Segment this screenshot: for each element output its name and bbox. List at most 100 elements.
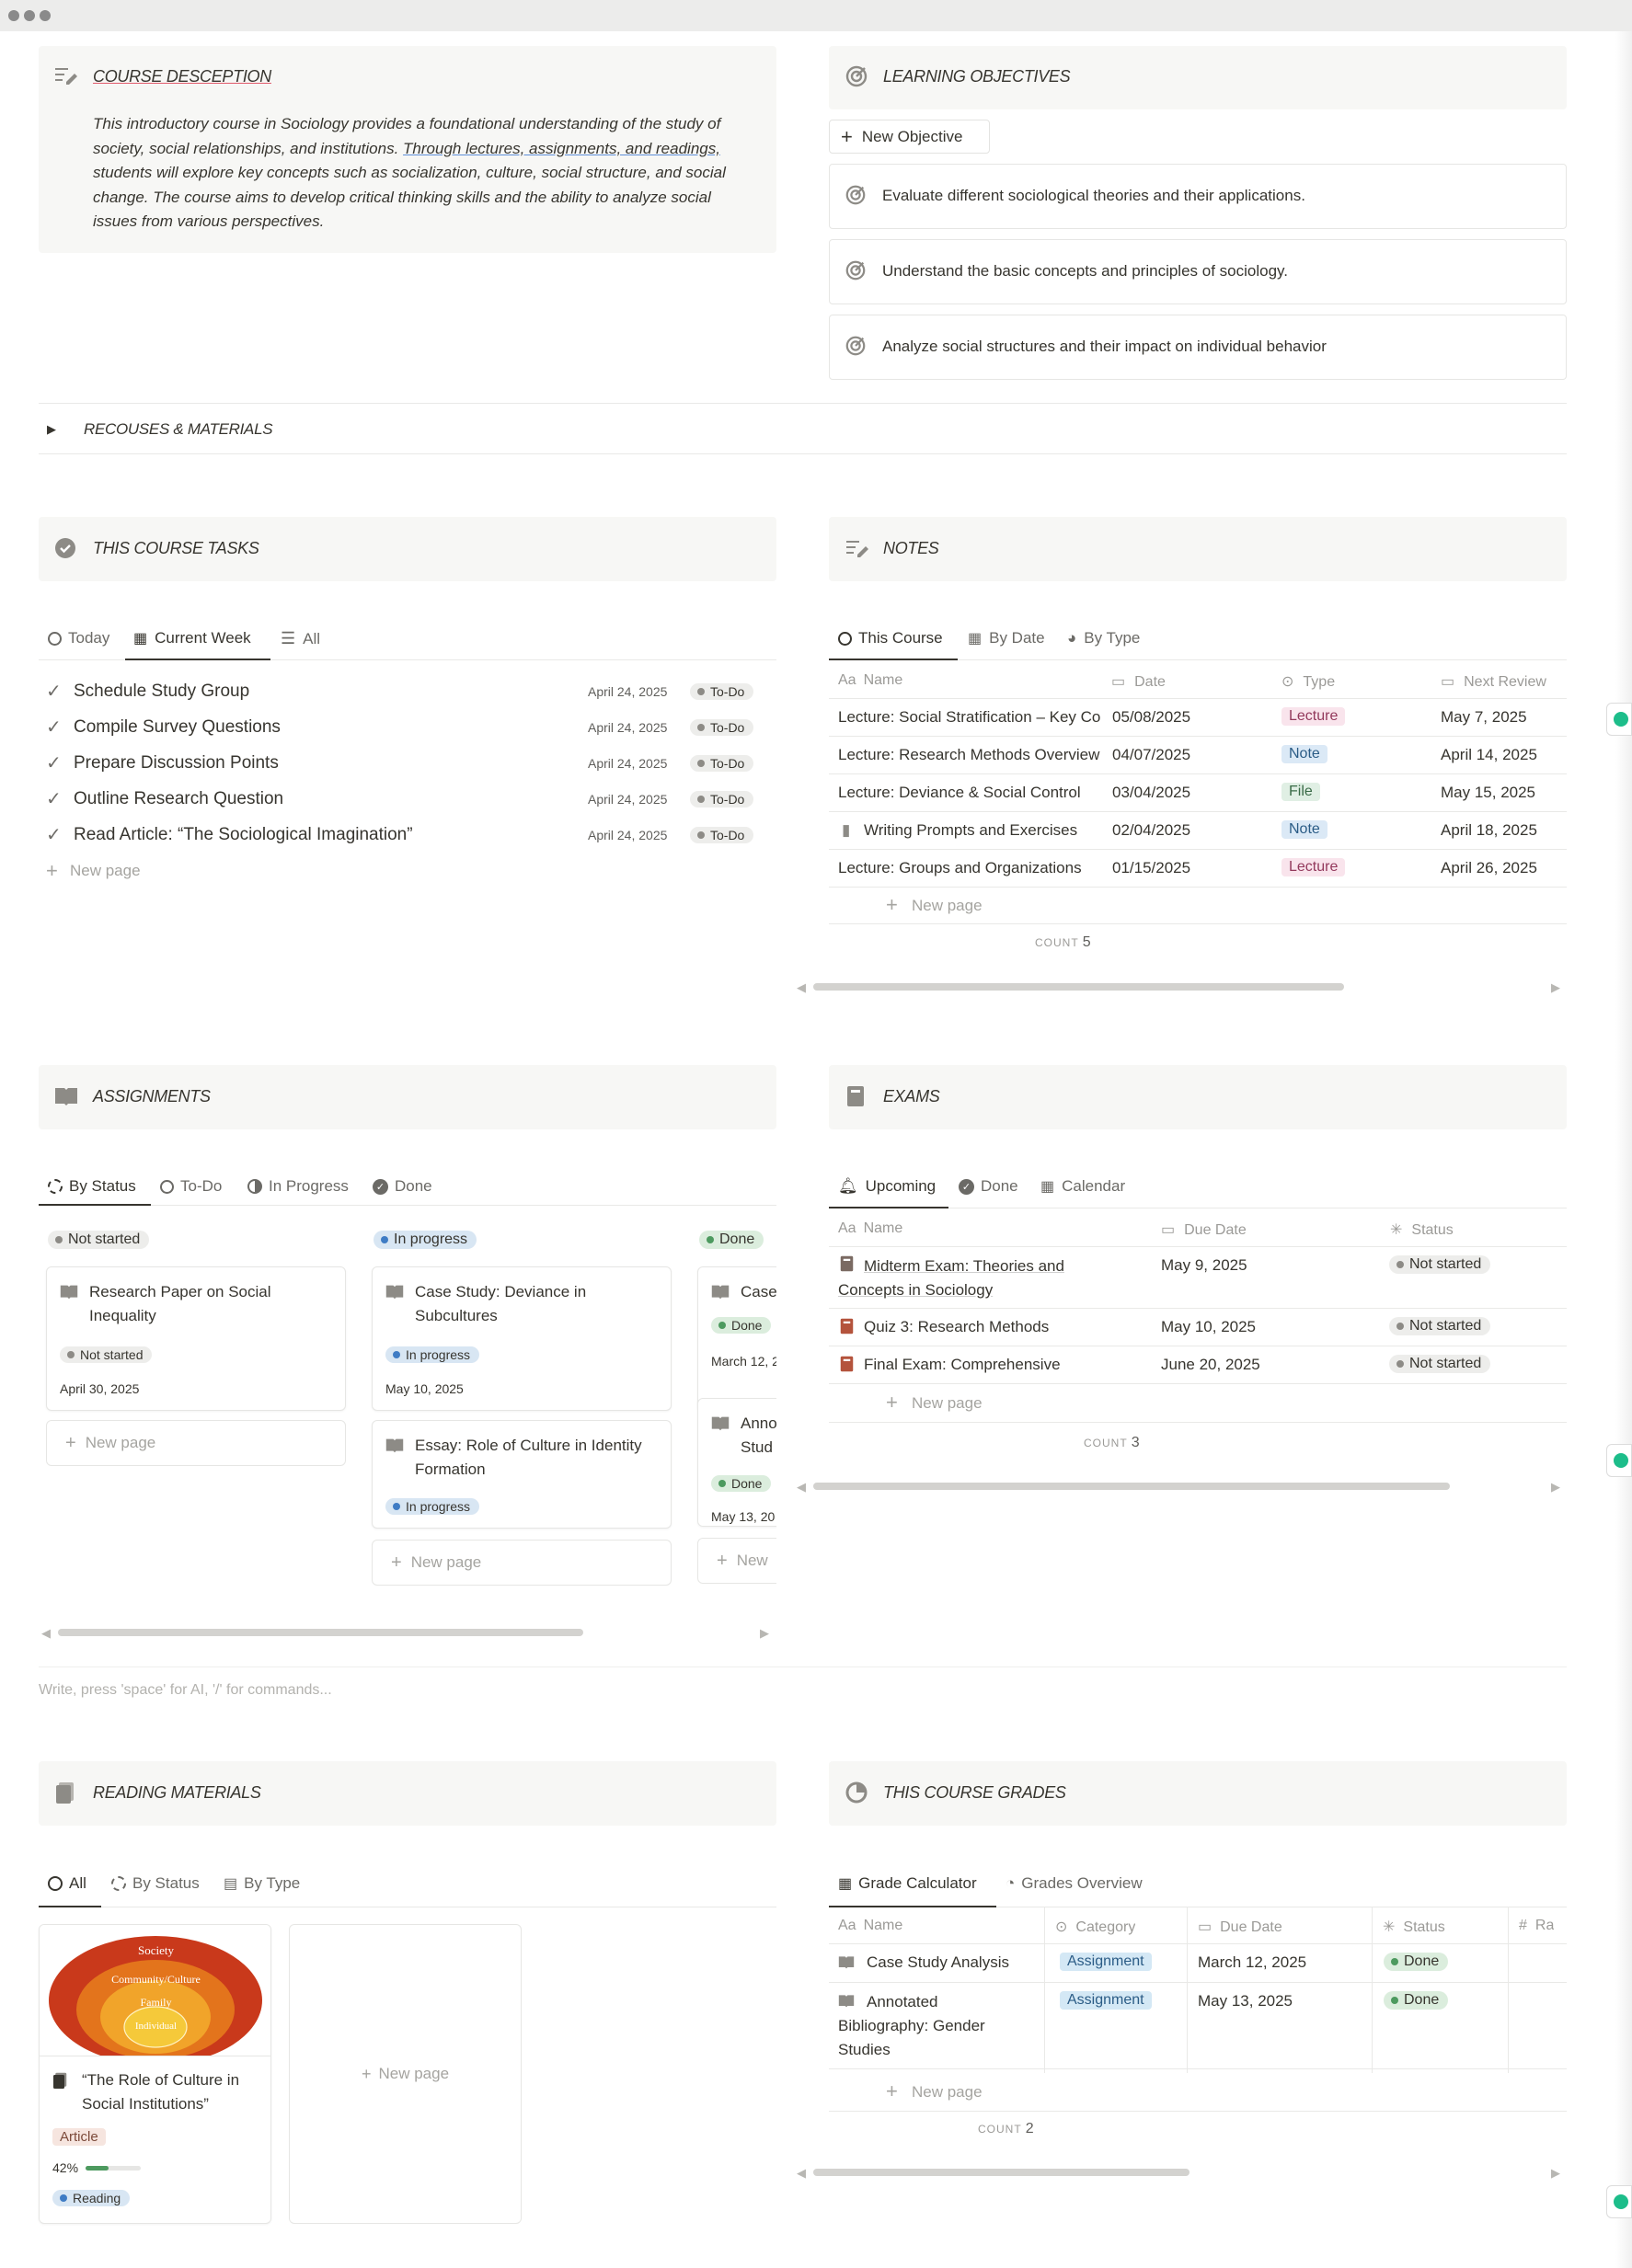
tab-in-progress[interactable]: In Progress [247,1177,349,1196]
table-row[interactable]: Quiz 3: Research Methods May 10, 2025 No… [829,1309,1567,1346]
reading-progress-bar [86,2166,141,2171]
new-page-button[interactable]: + New page [829,2073,1567,2112]
window-close-control[interactable] [8,10,19,21]
scroll-left-arrow[interactable]: ◀ [797,980,806,995]
assignment-card[interactable]: Case Done March 12, 2 [697,1266,776,1411]
table-row[interactable]: ▮ Writing Prompts and Exercises 02/04/20… [829,812,1567,850]
new-page-button[interactable]: + New page [372,1540,672,1586]
column-header-type[interactable]: ⊙ Type [1281,672,1335,691]
status-badge: Not started [1389,1255,1491,1274]
new-page-button[interactable]: + New page [829,1384,1567,1423]
column-header-due-date[interactable]: ▭ Due Date [1161,1220,1247,1239]
task-row[interactable]: ✓ Read Article: “The Sociological Imagin… [44,817,776,853]
tab-all[interactable]: ☰ All [281,629,320,648]
scroll-right-arrow[interactable]: ▶ [1551,2166,1560,2181]
exam-notebook-icon [846,1085,865,1112]
table-row[interactable]: Lecture: Groups and Organizations 01/15/… [829,850,1567,888]
toggle-triangle-icon[interactable]: ▶ [47,422,56,437]
exams-scrollbar[interactable] [813,1483,1450,1490]
task-row[interactable]: ✓ Outline Research Question April 24, 20… [44,781,776,817]
editor-placeholder[interactable]: Write, press 'space' for AI, '/' for com… [39,1682,332,1699]
tab-all[interactable]: All [48,1874,86,1893]
new-page-button[interactable]: + New page [829,888,1567,924]
tab-to-do[interactable]: To-Do [160,1177,222,1196]
new-page-button[interactable]: + New page [289,1924,522,2224]
reading-progress-fill [86,2166,109,2171]
grade-item-name[interactable]: Annotated Bibliography: Gender Studies [838,1990,985,2062]
group-label-done: Done [699,1231,764,1249]
tab-by-type[interactable]: ◕ By Type [1067,629,1140,647]
reading-card[interactable]: Society Community/Culture Family Individ… [39,1924,271,2224]
scroll-right-arrow[interactable]: ▶ [1551,980,1560,995]
exams-table-body: Midterm Exam: Theories and Concepts in S… [829,1247,1567,1423]
column-header-name[interactable]: Aa Name [838,672,902,689]
new-objective-button[interactable]: + New Objective [829,120,990,154]
checkmark-icon[interactable]: ✓ [44,823,74,846]
table-row[interactable]: Lecture: Deviance & Social Control 03/04… [829,774,1567,812]
assignment-card[interactable]: Anno Stud Done May 13, 20 [697,1398,776,1527]
table-row[interactable]: Final Exam: Comprehensive June 20, 2025 … [829,1346,1567,1384]
tab-upcoming[interactable]: 🔔︎ Upcoming [838,1177,936,1196]
column-header-date[interactable]: ▭ Date [1111,672,1166,691]
scroll-left-arrow[interactable]: ◀ [797,1480,806,1495]
column-header-next-review[interactable]: ▭ Next Review [1441,672,1546,691]
grades-scrollbar[interactable] [813,2169,1190,2176]
tab-today[interactable]: Today [48,629,109,647]
checkmark-icon[interactable]: ✓ [44,787,74,810]
tab-current-week[interactable]: ▦ Current Week [133,629,251,647]
checkmark-icon[interactable]: ✓ [44,716,74,739]
tab-calendar[interactable]: ▦ Calendar [1040,1177,1125,1196]
tab-by-status[interactable]: By Status [48,1177,136,1196]
type-tag: Lecture [1281,858,1346,876]
exam-notebook-icon [840,1356,854,1377]
assignment-card[interactable]: Essay: Role of Culture in Identity Forma… [372,1420,672,1529]
exam-name[interactable]: Midterm Exam: Theories and Concepts in S… [838,1254,1064,1302]
assignment-card[interactable]: Case Study: Deviance in Subcultures In p… [372,1266,672,1411]
column-header-category[interactable]: ⊙ Category [1055,1918,1135,1936]
assignment-card[interactable]: Research Paper on Social Inequality Not … [46,1266,346,1411]
ai-assist-button[interactable] [1606,1444,1632,1477]
window-minimize-control[interactable] [24,10,35,21]
tab-done[interactable]: ✓ Done [959,1177,1018,1196]
column-header-name[interactable]: Aa Name [838,1918,902,1934]
task-row[interactable]: ✓ Schedule Study Group April 24, 2025 To… [44,673,776,709]
new-page-button[interactable]: + New [697,1538,776,1584]
scroll-left-arrow[interactable]: ◀ [41,1626,51,1641]
ai-assist-button[interactable] [1606,2185,1632,2218]
table-row[interactable]: Midterm Exam: Theories and Concepts in S… [829,1247,1567,1309]
ai-assist-button[interactable] [1606,703,1632,736]
column-header-due-date[interactable]: ▭ Due Date [1198,1918,1282,1936]
status-badge: In progress [385,1346,480,1363]
new-page-button[interactable]: + New page [44,853,776,888]
scroll-right-arrow[interactable]: ▶ [760,1626,769,1641]
notes-scrollbar[interactable] [813,983,1344,991]
resources-toggle[interactable]: RECOUSES & MATERIALS [84,420,273,439]
scroll-left-arrow[interactable]: ◀ [797,2166,806,2181]
table-row[interactable]: Lecture: Research Methods Overview 04/07… [829,737,1567,774]
column-header-name[interactable]: Aa Name [838,1220,902,1237]
tab-by-type[interactable]: ▤ By Type [224,1874,300,1893]
new-page-button[interactable]: + New page [46,1420,346,1466]
right-edge-shadow [1615,31,1632,2268]
tab-by-status[interactable]: By Status [111,1874,200,1893]
bookmark-icon: ▮ [842,821,851,839]
checkmark-icon[interactable]: ✓ [44,751,74,774]
plus-icon: + [886,2079,898,2102]
checkmark-icon[interactable]: ✓ [44,680,74,703]
circle-icon [838,631,852,646]
tab-this-course[interactable]: This Course [838,629,943,647]
tab-by-date[interactable]: ▦ By Date [968,629,1045,647]
tab-grades-overview[interactable]: ◔ Grades Overview [1006,1874,1143,1893]
assignments-scrollbar[interactable] [58,1629,583,1636]
tab-done[interactable]: ✓ Done [373,1177,432,1196]
scroll-right-arrow[interactable]: ▶ [1551,1480,1560,1495]
column-header-status[interactable]: ✳ Status [1390,1220,1454,1239]
column-header-status[interactable]: ✳ Status [1383,1918,1445,1936]
table-row[interactable]: Lecture: Social Stratification – Key Co … [829,699,1567,737]
task-row[interactable]: ✓ Prepare Discussion Points April 24, 20… [44,745,776,781]
column-header-raw[interactable]: # Ra [1519,1918,1554,1934]
progress-label: 42% [52,2160,79,2175]
window-zoom-control[interactable] [40,10,51,21]
task-row[interactable]: ✓ Compile Survey Questions April 24, 202… [44,709,776,745]
tab-grade-calculator[interactable]: ▦ Grade Calculator [838,1874,977,1893]
